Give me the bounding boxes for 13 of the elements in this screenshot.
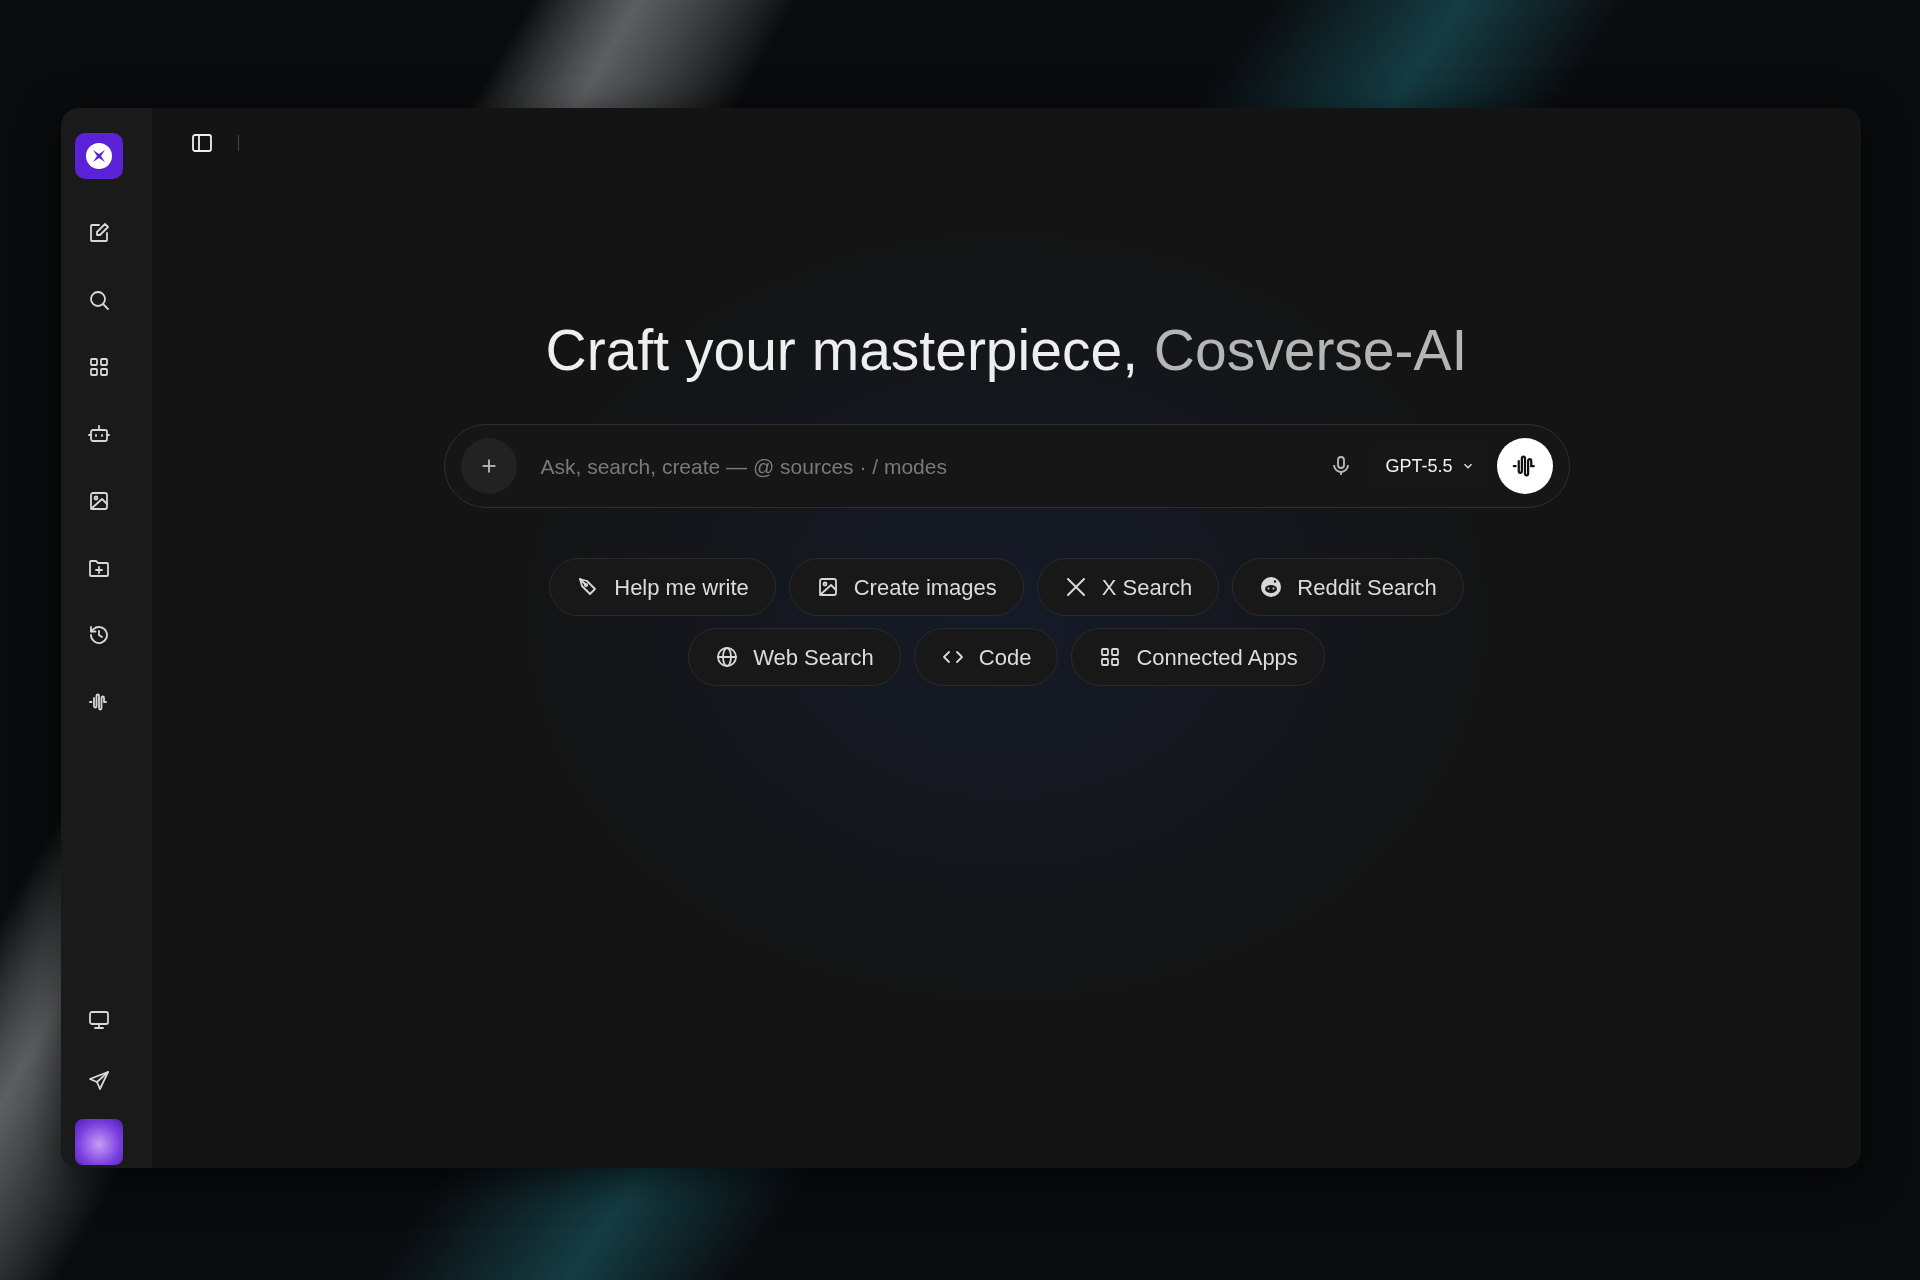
suggestion-chip[interactable]: Create images: [788, 558, 1024, 617]
avatar[interactable]: [74, 1119, 123, 1165]
suggestion-chip[interactable]: Reddit Search: [1232, 558, 1464, 617]
suggestion-chip[interactable]: Help me write: [549, 558, 776, 617]
suggestion-chip[interactable]: Web Search: [688, 628, 901, 687]
reddit-logo-icon: [1259, 575, 1284, 600]
suggestion-chip[interactable]: X Search: [1036, 558, 1220, 617]
suggestion-chip[interactable]: Connected Apps: [1071, 628, 1325, 687]
suggestion-chip[interactable]: Code: [913, 628, 1059, 687]
prompt-field[interactable]: Ask, search, create — @ sources · / modes GPT-5.5: [443, 424, 1570, 509]
globe-icon: [715, 645, 740, 670]
app-logo-icon: [74, 133, 123, 179]
greeting-heading: Craft your masterpiece, Cosverse-AI: [544, 317, 1469, 384]
